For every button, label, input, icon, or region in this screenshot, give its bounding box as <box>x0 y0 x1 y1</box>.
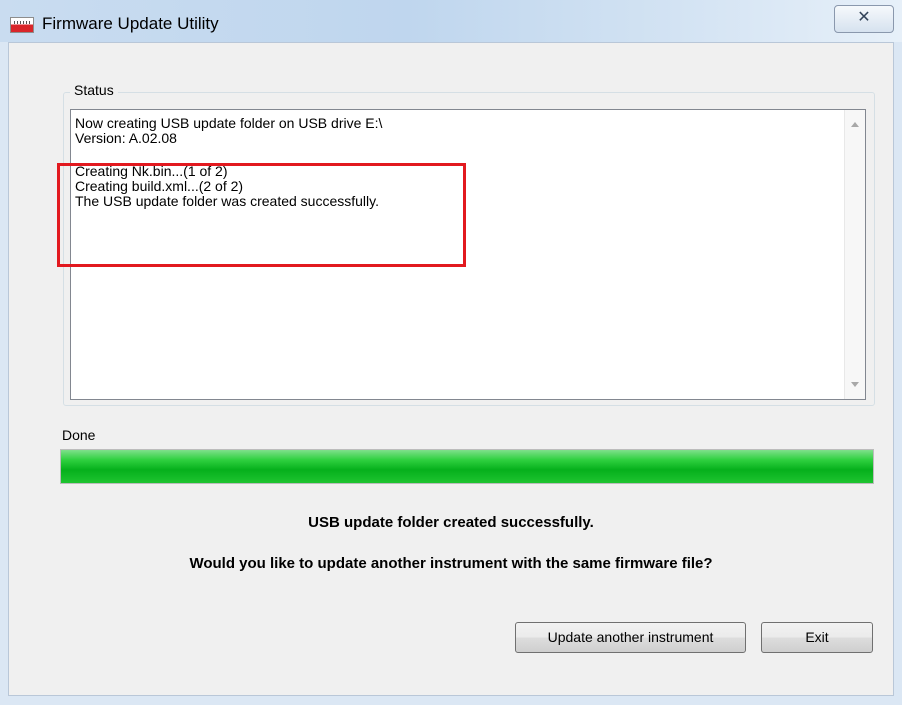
vertical-scrollbar[interactable] <box>844 110 865 399</box>
progress-label: Done <box>62 427 96 443</box>
scroll-down-arrow-icon[interactable] <box>851 382 859 387</box>
instrument-app-icon <box>10 17 34 33</box>
window-title: Firmware Update Utility <box>42 14 219 33</box>
close-button[interactable]: ✕ <box>834 5 894 33</box>
log-line: Now creating USB update folder on USB dr… <box>75 115 383 131</box>
close-icon: ✕ <box>857 9 871 26</box>
status-group-label: Status <box>70 82 118 98</box>
log-blank-line <box>75 146 835 164</box>
progress-bar <box>60 449 874 484</box>
log-line: Version: A.02.08 <box>75 130 177 146</box>
progress-bar-fill <box>61 450 873 483</box>
firmware-update-window: Firmware Update Utility ✕ Status Now cre… <box>0 0 902 705</box>
question-message: Would you like to update another instrum… <box>189 555 713 572</box>
exit-button[interactable]: Exit <box>761 622 873 653</box>
result-message: USB update folder created successfully. <box>308 514 594 531</box>
update-another-instrument-button[interactable]: Update another instrument <box>515 622 746 653</box>
title-bar: Firmware Update Utility ✕ <box>0 0 902 42</box>
highlight-box <box>57 163 466 267</box>
scroll-up-arrow-icon[interactable] <box>851 122 859 127</box>
